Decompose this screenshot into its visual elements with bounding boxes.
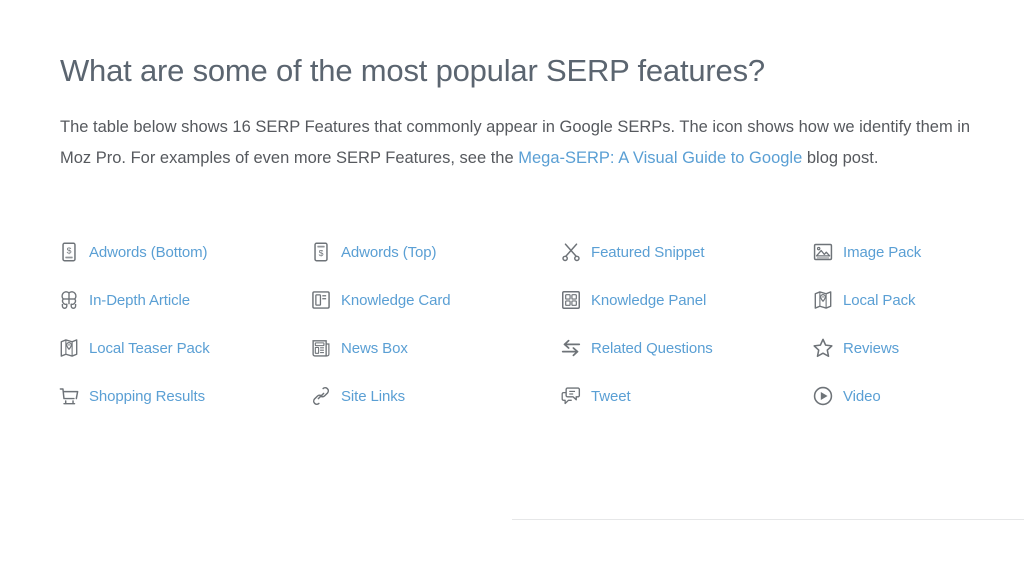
feature-label: Featured Snippet [591,243,705,261]
feature-label: Local Pack [843,291,916,309]
bottom-divider [512,519,1024,520]
map-pin-icon [58,337,80,359]
feature-item-adwords-bottom[interactable]: $ Adwords (Bottom) [58,228,310,276]
feature-item-image-pack[interactable]: Image Pack [812,228,1012,276]
feature-item-knowledge-card[interactable]: Knowledge Card [310,276,560,324]
feature-item-knowledge-panel[interactable]: Knowledge Panel [560,276,812,324]
feature-label: In-Depth Article [89,291,190,309]
feature-label: Adwords (Bottom) [89,243,208,261]
svg-text:$: $ [319,248,324,258]
feature-item-adwords-top[interactable]: $ Adwords (Top) [310,228,560,276]
feature-label: Video [843,387,881,405]
page-title: What are some of the most popular SERP f… [60,53,765,88]
feature-label: News Box [341,339,408,357]
cart-icon [58,385,80,407]
feature-label: Tweet [591,387,631,405]
feature-item-news-box[interactable]: News Box [310,324,560,372]
feature-label: Shopping Results [89,387,205,405]
feature-label: Image Pack [843,243,922,261]
feature-item-local-pack[interactable]: Local Pack [812,276,1012,324]
image-pack-icon [812,241,834,263]
svg-text:$: $ [67,245,72,255]
feature-label: Knowledge Panel [591,291,707,309]
intro-paragraph: The table below shows 16 SERP Features t… [60,112,994,174]
serp-feature-grid: $ Adwords (Bottom) $ Adwords (Top) Featured … [58,228,1018,420]
mega-serp-guide-link[interactable]: Mega-SERP: A Visual Guide to Google [518,149,802,167]
article-content: What are some of the most popular SERP f… [60,52,994,174]
feature-label: Adwords (Top) [341,243,437,261]
feature-item-local-teaser-pack[interactable]: Local Teaser Pack [58,324,310,372]
intro-text-after-link: blog post. [802,149,879,167]
feature-item-tweet[interactable]: Tweet [560,372,812,420]
play-circle-icon [812,385,834,407]
feature-item-related-questions[interactable]: Related Questions [560,324,812,372]
feature-item-in-depth-article[interactable]: In-Depth Article [58,276,310,324]
two-arrows-icon [560,337,582,359]
adwords-top-icon: $ [310,241,332,263]
feature-item-shopping-results[interactable]: Shopping Results [58,372,310,420]
knowledge-card-icon [310,289,332,311]
feature-item-video[interactable]: Video [812,372,1012,420]
feature-item-site-links[interactable]: Site Links [310,372,560,420]
feature-item-featured-snippet[interactable]: Featured Snippet [560,228,812,276]
chain-link-icon [310,385,332,407]
newspaper-icon [310,337,332,359]
star-icon [812,337,834,359]
scissors-icon [560,241,582,263]
speech-bubbles-icon [560,385,582,407]
feature-item-reviews[interactable]: Reviews [812,324,1012,372]
page-root: What are some of the most popular SERP f… [0,0,1024,576]
feature-label: Knowledge Card [341,291,451,309]
feature-label: Reviews [843,339,899,357]
brain-icon [58,289,80,311]
adwords-bottom-icon: $ [58,241,80,263]
feature-label: Site Links [341,387,406,405]
feature-label: Local Teaser Pack [89,339,210,357]
knowledge-panel-icon [560,289,582,311]
feature-label: Related Questions [591,339,713,357]
map-pin-icon [812,289,834,311]
